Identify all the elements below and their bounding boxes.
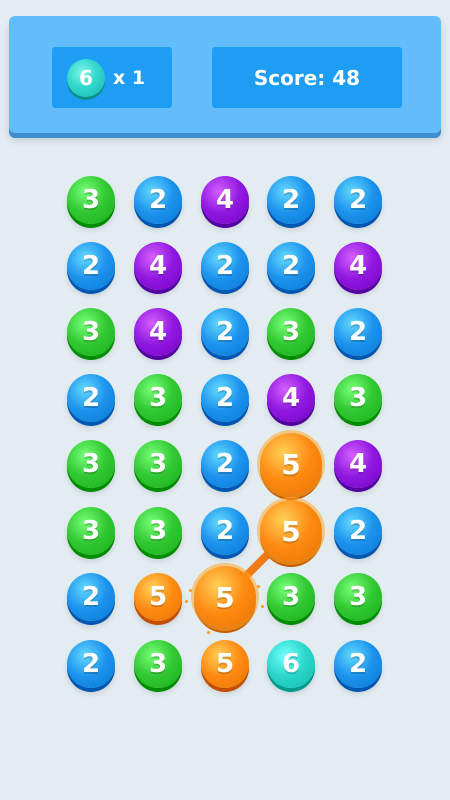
ball-value: 3 <box>81 516 101 546</box>
ball-value: 2 <box>348 649 368 679</box>
ball-value: 5 <box>281 514 301 548</box>
number-ball[interactable]: 2 <box>67 374 115 422</box>
number-ball[interactable]: 2 <box>267 176 315 224</box>
ball-value: 4 <box>348 251 368 281</box>
number-ball[interactable]: 2 <box>334 176 382 224</box>
ball-value: 3 <box>348 383 368 413</box>
game-board[interactable]: 3 2 4 2 2 2 4 2 2 4 3 4 2 3 2 2 3 2 4 3 3 3 2 5 4 3 3 2 5 2 2 5 5 3 3 2 3 5 6 2 <box>0 0 450 800</box>
number-ball[interactable]: 4 <box>334 440 382 488</box>
ball-value: 3 <box>148 649 168 679</box>
ball-value: 2 <box>281 185 301 215</box>
ball-value: 3 <box>81 449 101 479</box>
ball-value: 4 <box>215 185 235 215</box>
number-ball[interactable]: 5 <box>260 500 322 562</box>
spark-particle <box>207 631 210 634</box>
ball-value: 3 <box>148 383 168 413</box>
number-ball[interactable]: 2 <box>201 440 249 488</box>
ball-value: 2 <box>215 383 235 413</box>
number-ball[interactable]: 3 <box>334 573 382 621</box>
number-ball[interactable]: 3 <box>67 507 115 555</box>
number-ball[interactable]: 3 <box>134 507 182 555</box>
ball-value: 5 <box>215 649 235 679</box>
number-ball[interactable]: 2 <box>67 242 115 290</box>
number-ball[interactable]: 2 <box>201 242 249 290</box>
ball-value: 2 <box>81 251 101 281</box>
ball-value: 3 <box>81 185 101 215</box>
number-ball[interactable]: 6 <box>267 640 315 688</box>
number-ball[interactable]: 5 <box>201 640 249 688</box>
ball-value: 5 <box>215 580 235 614</box>
number-ball[interactable]: 5 <box>194 566 256 628</box>
number-ball[interactable]: 2 <box>334 308 382 356</box>
number-ball[interactable]: 2 <box>334 507 382 555</box>
ball-value: 2 <box>215 516 235 546</box>
number-ball[interactable]: 3 <box>267 308 315 356</box>
ball-value: 4 <box>348 449 368 479</box>
ball-value: 5 <box>148 582 168 612</box>
ball-value: 2 <box>81 649 101 679</box>
number-ball[interactable]: 4 <box>334 242 382 290</box>
ball-value: 4 <box>148 251 168 281</box>
ball-value: 4 <box>281 383 301 413</box>
ball-value: 4 <box>148 317 168 347</box>
ball-value: 2 <box>215 251 235 281</box>
spark-particle <box>261 605 264 608</box>
ball-value: 2 <box>348 516 368 546</box>
ball-value: 3 <box>281 317 301 347</box>
ball-value: 3 <box>148 516 168 546</box>
number-ball[interactable]: 3 <box>134 440 182 488</box>
ball-value: 3 <box>148 449 168 479</box>
number-ball[interactable]: 3 <box>334 374 382 422</box>
ball-value: 2 <box>81 383 101 413</box>
number-ball[interactable]: 3 <box>67 176 115 224</box>
number-ball[interactable]: 2 <box>201 308 249 356</box>
ball-value: 2 <box>148 185 168 215</box>
ball-value: 2 <box>81 582 101 612</box>
spark-particle <box>189 589 192 592</box>
number-ball[interactable]: 2 <box>67 640 115 688</box>
spark-particle <box>257 585 260 588</box>
number-ball[interactable]: 4 <box>134 308 182 356</box>
number-ball[interactable]: 4 <box>201 176 249 224</box>
number-ball[interactable]: 4 <box>134 242 182 290</box>
number-ball[interactable]: 2 <box>267 242 315 290</box>
number-ball[interactable]: 3 <box>134 374 182 422</box>
ball-value: 5 <box>281 447 301 481</box>
ball-value: 2 <box>215 317 235 347</box>
ball-value: 2 <box>348 185 368 215</box>
number-ball[interactable]: 3 <box>267 573 315 621</box>
number-ball[interactable]: 5 <box>134 573 182 621</box>
number-ball[interactable]: 4 <box>267 374 315 422</box>
ball-value: 2 <box>348 317 368 347</box>
number-ball[interactable]: 2 <box>334 640 382 688</box>
ball-value: 6 <box>281 649 301 679</box>
ball-value: 3 <box>281 582 301 612</box>
number-ball[interactable]: 5 <box>260 433 322 495</box>
ball-value: 2 <box>281 251 301 281</box>
spark-particle <box>185 600 188 603</box>
ball-value: 3 <box>81 317 101 347</box>
number-ball[interactable]: 3 <box>67 308 115 356</box>
ball-value: 3 <box>348 582 368 612</box>
ball-value: 2 <box>215 449 235 479</box>
number-ball[interactable]: 3 <box>67 440 115 488</box>
number-ball[interactable]: 2 <box>67 573 115 621</box>
number-ball[interactable]: 2 <box>201 507 249 555</box>
number-ball[interactable]: 3 <box>134 640 182 688</box>
number-ball[interactable]: 2 <box>134 176 182 224</box>
number-ball[interactable]: 2 <box>201 374 249 422</box>
